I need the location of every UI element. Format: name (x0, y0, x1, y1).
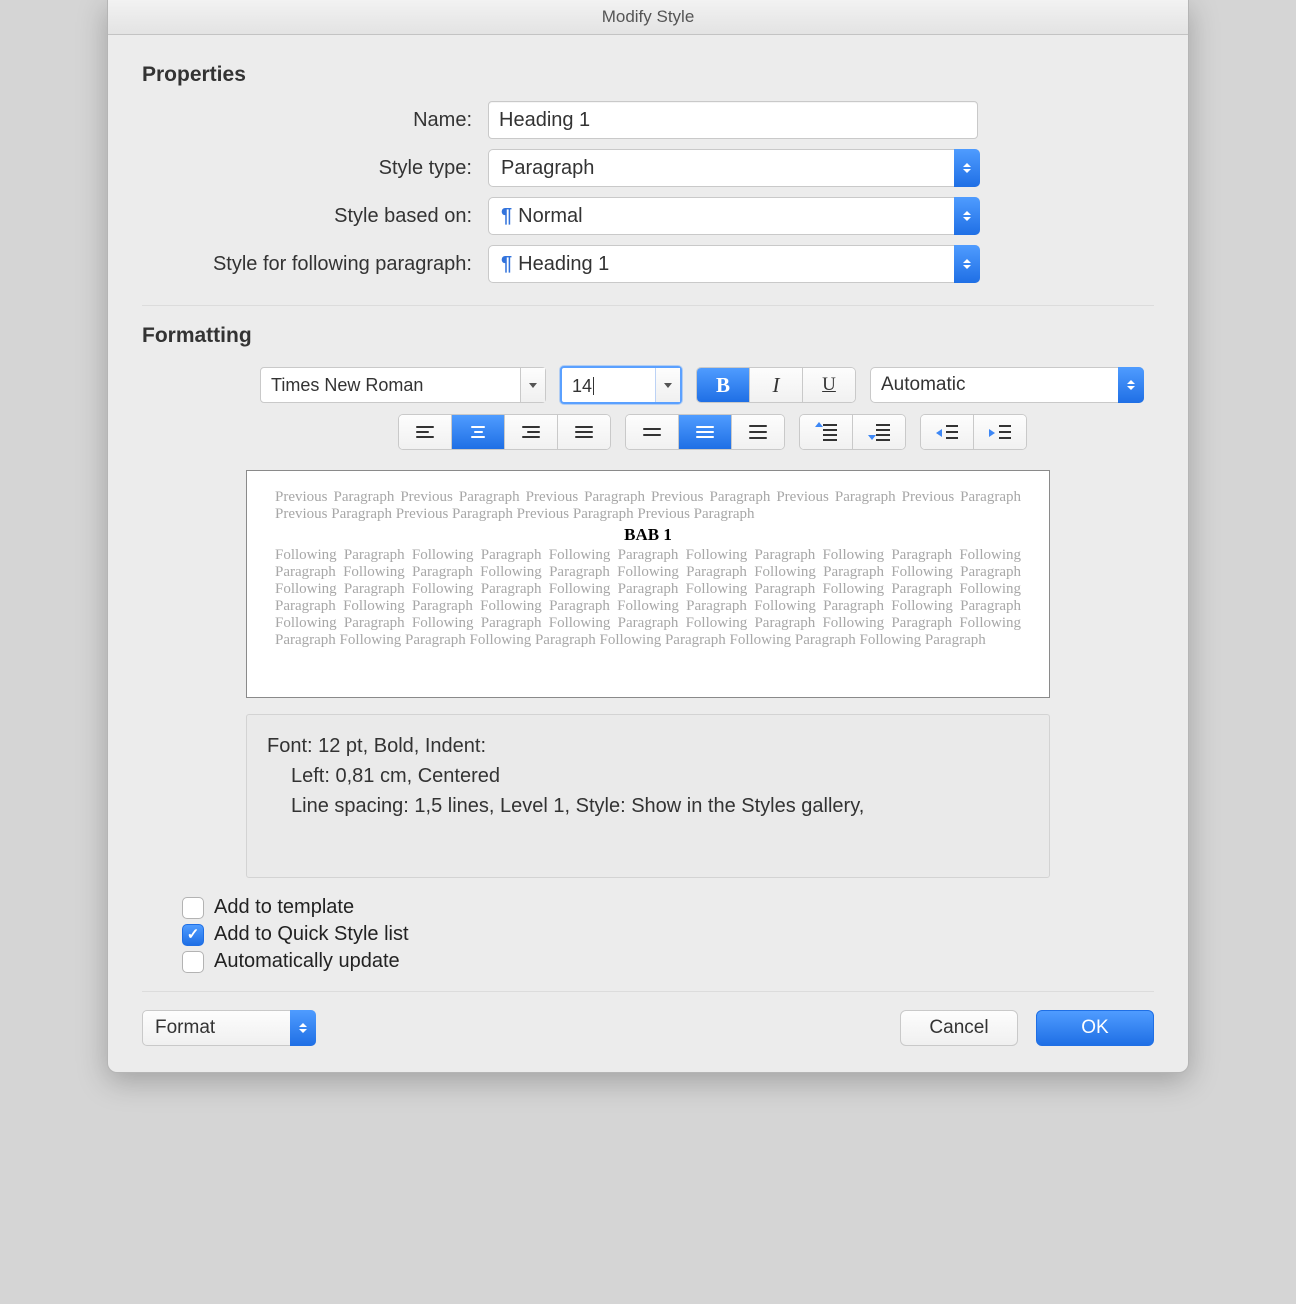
automatically-update-checkbox[interactable] (182, 951, 204, 973)
line-spacing-1-icon (643, 425, 661, 439)
add-to-template-checkbox[interactable] (182, 897, 204, 919)
para-space-increase-button[interactable] (800, 415, 853, 449)
alignment-group (398, 414, 611, 450)
dropdown-arrow-icon (954, 149, 980, 187)
italic-button[interactable]: I (750, 368, 803, 402)
line-spacing-15-icon (696, 425, 714, 439)
font-family-combobox[interactable]: Times New Roman (260, 367, 546, 403)
align-center-button[interactable] (452, 415, 505, 449)
underline-button[interactable]: U (803, 368, 855, 402)
bold-italic-underline-group: B I U (696, 367, 856, 403)
style-type-label: Style type: (142, 157, 488, 180)
align-right-button[interactable] (505, 415, 558, 449)
dropdown-arrow-icon (954, 245, 980, 283)
pilcrow-icon: ¶ (501, 253, 512, 276)
style-based-dropdown[interactable]: ¶ Normal (488, 197, 980, 235)
add-to-quick-style-checkbox[interactable] (182, 924, 204, 946)
dropdown-arrow-icon (290, 1010, 316, 1046)
dialog-titlebar: Modify Style (108, 0, 1188, 35)
section-formatting: Formatting (142, 324, 1154, 348)
style-based-label: Style based on: (142, 205, 488, 228)
format-dropdown-button[interactable]: Format (142, 1010, 316, 1046)
dropdown-arrow-icon (1118, 367, 1144, 403)
style-type-dropdown[interactable]: Paragraph (488, 149, 980, 187)
align-right-icon (522, 425, 540, 439)
caret-down-icon (520, 368, 545, 402)
divider (142, 305, 1154, 306)
decrease-indent-icon (936, 425, 958, 439)
align-left-button[interactable] (399, 415, 452, 449)
line-spacing-group (625, 414, 785, 450)
pilcrow-icon: ¶ (501, 205, 512, 228)
para-space-decrease-icon (868, 424, 890, 440)
dropdown-arrow-icon (954, 197, 980, 235)
desc-line: Font: 12 pt, Bold, Indent: (267, 731, 1029, 761)
name-label: Name: (142, 109, 488, 132)
section-properties: Properties (142, 63, 1154, 87)
decrease-indent-button[interactable] (921, 415, 974, 449)
style-following-label: Style for following paragraph: (142, 253, 488, 276)
cancel-button[interactable]: Cancel (900, 1010, 1018, 1046)
name-input[interactable]: Heading 1 (488, 101, 978, 139)
paragraph-spacing-group (799, 414, 906, 450)
align-justify-button[interactable] (558, 415, 610, 449)
style-following-dropdown[interactable]: ¶ Heading 1 (488, 245, 980, 283)
divider (142, 991, 1154, 992)
line-spacing-2-button[interactable] (732, 415, 784, 449)
style-description: Font: 12 pt, Bold, Indent: Left: 0,81 cm… (246, 714, 1050, 878)
style-preview: Previous Paragraph Previous Paragraph Pr… (246, 470, 1050, 698)
preview-following-paragraph: Following Paragraph Following Paragraph … (275, 547, 1021, 649)
align-center-icon (469, 425, 487, 439)
modify-style-dialog: Modify Style Properties Name: Heading 1 … (107, 0, 1189, 1073)
increase-indent-button[interactable] (974, 415, 1026, 449)
bold-button[interactable]: B (697, 368, 750, 402)
para-space-increase-icon (815, 424, 837, 440)
align-justify-icon (575, 425, 593, 439)
preview-sample-text: BAB 1 (275, 525, 1021, 545)
increase-indent-icon (989, 425, 1011, 439)
add-to-template-label: Add to template (214, 896, 354, 919)
preview-prev-paragraph: Previous Paragraph Previous Paragraph Pr… (275, 489, 1021, 523)
add-to-quick-style-label: Add to Quick Style list (214, 923, 409, 946)
font-color-dropdown[interactable]: Automatic (870, 367, 1144, 403)
ok-button[interactable]: OK (1036, 1010, 1154, 1046)
desc-line: Line spacing: 1,5 lines, Level 1, Style:… (267, 791, 1029, 821)
line-spacing-2-icon (749, 425, 767, 439)
automatically-update-label: Automatically update (214, 950, 400, 973)
dialog-title: Modify Style (602, 7, 695, 27)
line-spacing-1-button[interactable] (626, 415, 679, 449)
font-size-combobox[interactable]: 14 (560, 366, 682, 404)
caret-down-icon (655, 368, 680, 402)
para-space-decrease-button[interactable] (853, 415, 905, 449)
indent-group (920, 414, 1027, 450)
line-spacing-15-button[interactable] (679, 415, 732, 449)
align-left-icon (416, 425, 434, 439)
desc-line: Left: 0,81 cm, Centered (267, 761, 1029, 791)
